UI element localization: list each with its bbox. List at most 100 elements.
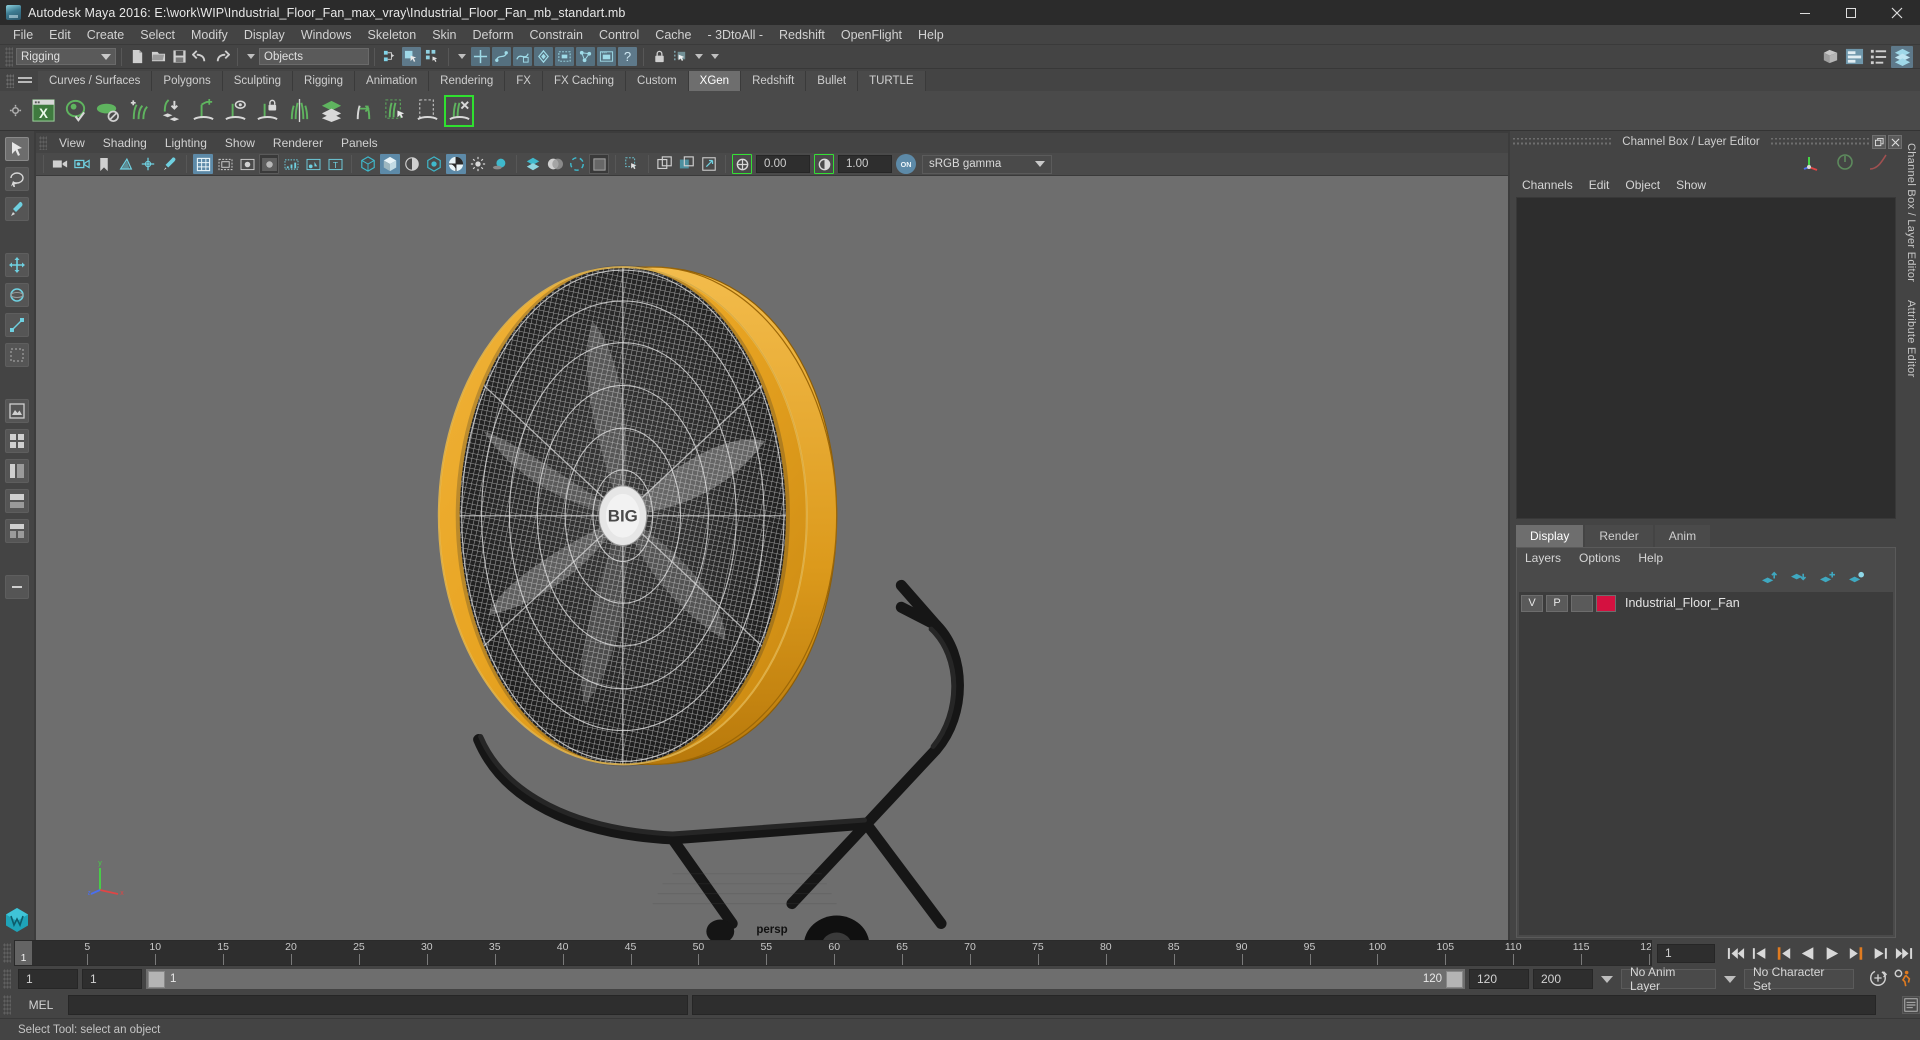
range-start-field[interactable]: 1 <box>82 969 142 989</box>
select-hierarchy-icon[interactable] <box>381 47 400 66</box>
multisample-icon[interactable] <box>545 154 565 174</box>
film-gate-icon[interactable] <box>215 154 235 174</box>
layer-playback-toggle[interactable]: P <box>1546 594 1568 612</box>
panel-grip-right[interactable] <box>1769 138 1871 146</box>
xgen-select-region-icon[interactable] <box>380 95 410 127</box>
script-editor-icon[interactable] <box>1902 996 1920 1014</box>
chevron-down-icon[interactable] <box>247 54 255 59</box>
shaded-wireframe-icon[interactable] <box>402 154 422 174</box>
single-perspective-layout-icon[interactable] <box>5 399 29 423</box>
exposure-icon[interactable] <box>303 154 323 174</box>
move-layer-up-icon[interactable] <box>1761 570 1778 588</box>
new-layer-icon[interactable] <box>1819 570 1836 588</box>
mask-surfaces-icon[interactable] <box>513 47 532 66</box>
menu-cache[interactable]: Cache <box>647 25 699 45</box>
menu-skin[interactable]: Skin <box>424 25 464 45</box>
select-camera-icon[interactable] <box>50 154 70 174</box>
update-snapshot-icon[interactable] <box>699 154 719 174</box>
range-end-handle[interactable] <box>1446 970 1463 988</box>
grid-toggle-icon[interactable] <box>193 154 213 174</box>
mask-rendering-icon[interactable] <box>576 47 595 66</box>
step-back-frame-icon[interactable] <box>1774 943 1794 963</box>
command-language-label[interactable]: MEL <box>18 998 64 1012</box>
xray-icon[interactable] <box>589 154 609 174</box>
layer-color-swatch[interactable] <box>1596 594 1616 612</box>
color-profile-selector[interactable]: sRGB gamma <box>922 154 1052 174</box>
shelf-tab-redshift[interactable]: Redshift <box>741 71 807 91</box>
shadows-icon[interactable] <box>468 154 488 174</box>
channel-menu-channels[interactable]: Channels <box>1522 178 1573 192</box>
xgen-convert-guides-icon[interactable] <box>348 95 378 127</box>
new-scene-icon[interactable] <box>128 47 147 66</box>
menu-set-selector[interactable]: Rigging <box>16 48 116 65</box>
layer-menu-layers[interactable]: Layers <box>1525 551 1561 565</box>
menu-edit[interactable]: Edit <box>41 25 79 45</box>
toolbar-grip[interactable] <box>5 46 13 67</box>
menu-openflight[interactable]: OpenFlight <box>833 25 910 45</box>
menu-redshift[interactable]: Redshift <box>771 25 833 45</box>
xgen-layers-icon[interactable] <box>316 95 346 127</box>
time-slider[interactable]: 1 5 10 15 20 25 30 35 40 45 50 55 60 65 70 75 80 85 90 95 1… <box>14 940 1652 966</box>
viewport-menu-renderer[interactable]: Renderer <box>264 133 332 153</box>
menu-skeleton[interactable]: Skeleton <box>360 25 425 45</box>
mask-dynamics-icon[interactable] <box>555 47 574 66</box>
range-end-field[interactable]: 120 <box>1469 969 1529 989</box>
image-plane-icon[interactable] <box>116 154 136 174</box>
shelf-tab-custom[interactable]: Custom <box>626 71 689 91</box>
rotate-tool-icon[interactable] <box>5 283 29 307</box>
layer-state-toggle[interactable] <box>1571 594 1593 612</box>
persp-outliner-layout-icon[interactable] <box>5 459 29 483</box>
highlight-selection-icon[interactable] <box>671 47 690 66</box>
shelf-tab-curves-surfaces[interactable]: Curves / Surfaces <box>38 71 153 91</box>
select-object-icon[interactable] <box>402 47 421 66</box>
menu-deform[interactable]: Deform <box>465 25 522 45</box>
xgen-preview-icon[interactable] <box>60 95 90 127</box>
open-scene-icon[interactable] <box>149 47 168 66</box>
layer-menu-options[interactable]: Options <box>1579 551 1620 565</box>
command-line-grip[interactable] <box>3 995 11 1015</box>
animation-preferences-icon[interactable] <box>1892 968 1914 991</box>
anim-layer-chevron-down-icon[interactable] <box>1601 975 1613 983</box>
film-origin-icon[interactable] <box>281 154 301 174</box>
toggle-icon[interactable] <box>1836 153 1854 174</box>
select-tool-icon[interactable] <box>5 137 29 161</box>
command-output-field[interactable] <box>692 995 1876 1015</box>
mask-curves-icon[interactable] <box>492 47 511 66</box>
vertical-tab-attribute-editor[interactable]: Attribute Editor <box>1905 300 1917 378</box>
mask-handles-icon[interactable] <box>471 47 490 66</box>
expand-right-icon-2[interactable] <box>711 54 719 59</box>
undock-icon[interactable] <box>1872 135 1887 149</box>
tear-off-panel-icon[interactable] <box>677 154 697 174</box>
chevron-down-icon[interactable] <box>458 54 466 59</box>
auto-keyframe-icon[interactable] <box>1868 968 1888 991</box>
viewport-menu-view[interactable]: View <box>50 133 94 153</box>
help-mask-icon[interactable]: ? <box>618 47 637 66</box>
range-start-handle[interactable] <box>148 970 165 988</box>
viewport-menu-lighting[interactable]: Lighting <box>156 133 216 153</box>
gamma-value-field[interactable]: 1.00 <box>838 155 892 173</box>
undo-icon[interactable] <box>191 47 210 66</box>
layer-tab-display[interactable]: Display <box>1516 525 1584 547</box>
show-attribute-editor-icon[interactable] <box>1843 46 1865 68</box>
character-set-selector[interactable]: No Character Set <box>1744 965 1854 993</box>
xgen-mirror-guides-icon[interactable] <box>284 95 314 127</box>
menu-3dtoall[interactable]: - 3DtoAll - <box>699 25 771 45</box>
viewport-menu-show[interactable]: Show <box>216 133 264 153</box>
channel-menu-edit[interactable]: Edit <box>1589 178 1610 192</box>
xray-active-components-icon[interactable] <box>622 154 642 174</box>
color-management-on-icon[interactable]: ON <box>896 154 916 174</box>
anim-start-field[interactable]: 1 <box>18 969 78 989</box>
range-slider-grip[interactable] <box>3 969 11 989</box>
channel-box-content[interactable] <box>1516 197 1896 519</box>
smooth-shade-all-icon[interactable] <box>380 154 400 174</box>
xgen-add-guide-icon[interactable] <box>188 95 218 127</box>
xgen-delete-guides-icon[interactable] <box>444 94 474 127</box>
xgen-guide-lock-icon[interactable] <box>252 95 282 127</box>
step-forward-key-icon[interactable] <box>1870 943 1890 963</box>
character-set-chevron-down-icon[interactable] <box>1724 975 1736 983</box>
xgen-clear-region-icon[interactable] <box>412 95 442 127</box>
go-to-end-icon[interactable] <box>1894 943 1914 963</box>
close-icon[interactable] <box>1888 135 1903 149</box>
shelf-options-icon[interactable] <box>3 92 27 129</box>
persp-graph-layout-icon[interactable] <box>5 489 29 513</box>
